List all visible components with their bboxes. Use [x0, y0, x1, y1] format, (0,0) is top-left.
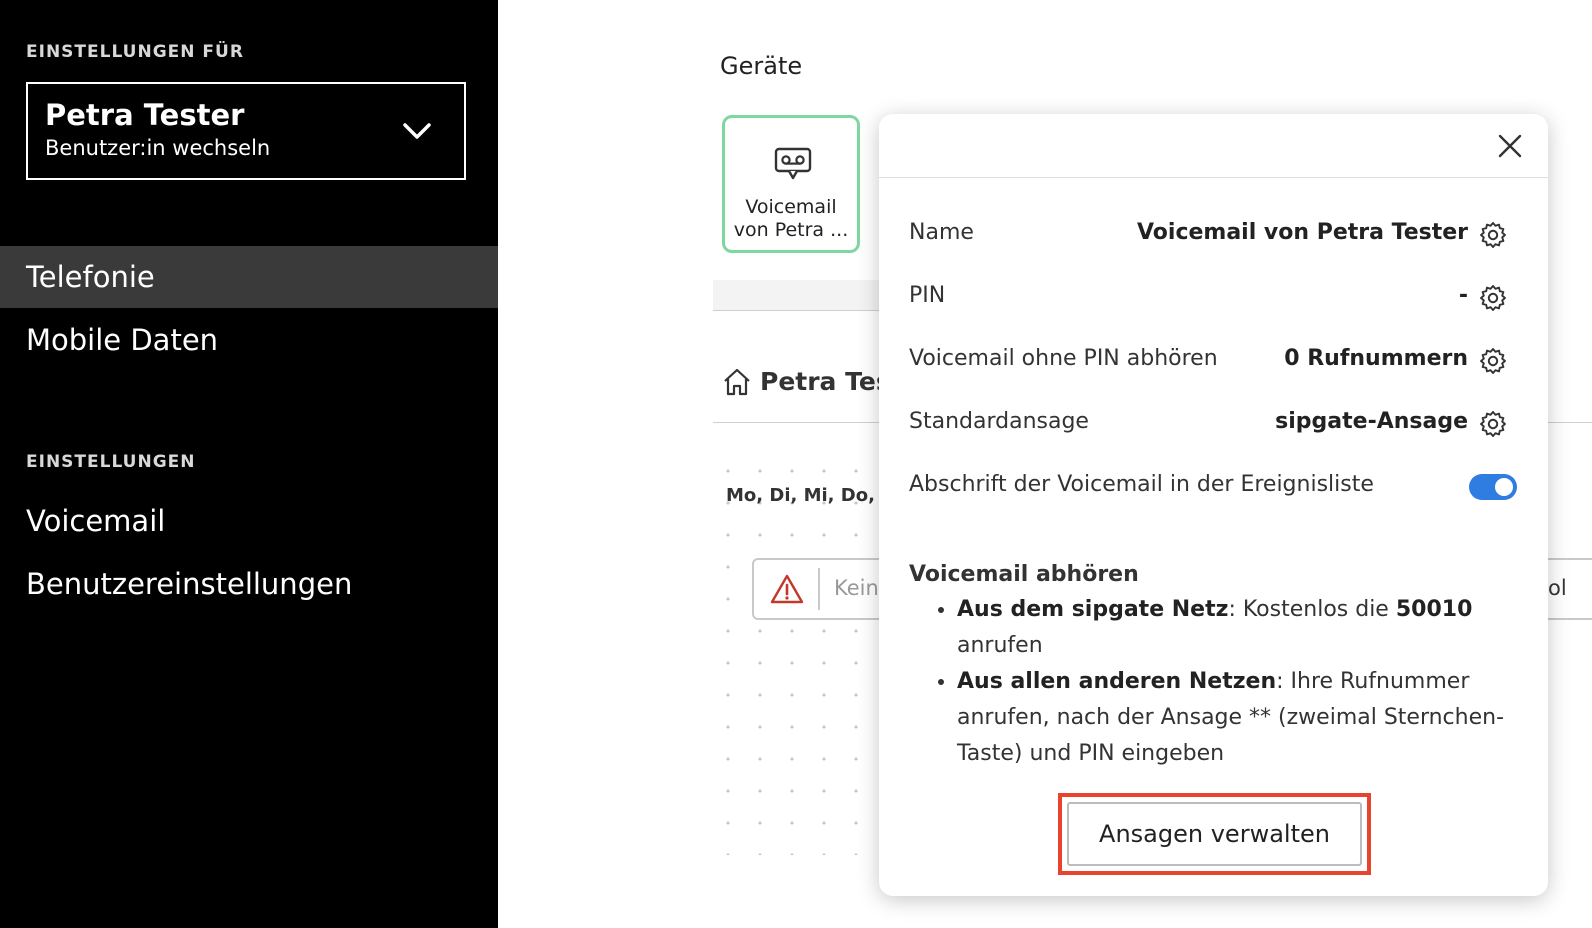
settings-label: EINSTELLUNGEN: [26, 452, 196, 472]
settings-for-label: EINSTELLUNGEN FÜR: [26, 42, 244, 62]
section-title: Geräte: [720, 52, 803, 80]
nav-item-telefonie[interactable]: Telefonie: [0, 246, 498, 308]
gear-icon[interactable]: [1478, 346, 1508, 376]
device-card-voicemail[interactable]: Voicemail von Petra ...: [722, 115, 860, 253]
name-value: Voicemail von Petra Tester: [1136, 220, 1468, 245]
listen-heading: Voicemail abhören: [909, 562, 1139, 587]
device-label: Voicemail von Petra ...: [733, 196, 849, 241]
no-pin-listen-label: Voicemail ohne PIN abhören: [909, 346, 1218, 371]
name-label: Name: [909, 220, 974, 245]
chevron-down-icon: [403, 123, 431, 139]
pin-value: -: [1458, 283, 1468, 308]
gear-icon[interactable]: [1478, 409, 1508, 439]
dot-grid: [712, 455, 882, 855]
right-fragment-text: ol: [1548, 576, 1567, 600]
nav-item-mobile-daten[interactable]: Mobile Daten: [0, 309, 498, 371]
user-name: Petra Tester: [45, 98, 245, 132]
listen-instructions: Aus dem sipgate Netz: Kostenlos die 5001…: [909, 592, 1509, 772]
warning-icon: [770, 574, 804, 604]
no-pin-listen-value: 0 Rufnummern: [1284, 346, 1468, 371]
popover-divider: [879, 177, 1548, 178]
pin-label: PIN: [909, 283, 946, 308]
divider: [1548, 422, 1592, 423]
divider: [713, 422, 883, 423]
manage-greetings-button[interactable]: Ansagen verwalten: [1067, 802, 1362, 866]
nav-item-benutzereinstellungen[interactable]: Benutzereinstellungen: [0, 553, 498, 615]
default-greeting-value: sipgate-Ansage: [1275, 409, 1468, 434]
voicemail-details-popover: Name Voicemail von Petra Tester PIN - Vo…: [879, 114, 1548, 896]
transcript-label: Abschrift der Voicemail in der Ereignisl…: [909, 472, 1374, 497]
nav-item-voicemail[interactable]: Voicemail: [0, 490, 498, 552]
home-icon: [724, 368, 750, 396]
transcript-toggle[interactable]: [1469, 474, 1517, 500]
default-greeting-label: Standardansage: [909, 409, 1089, 434]
close-icon[interactable]: [1496, 132, 1524, 160]
list-item: Aus allen anderen Netzen: Ihre Rufnummer…: [957, 664, 1509, 772]
voicemail-icon: [774, 147, 812, 180]
list-item: Aus dem sipgate Netz: Kostenlos die 5001…: [957, 592, 1509, 664]
days-label: Mo, Di, Mi, Do, Fr: [726, 485, 902, 506]
gear-icon[interactable]: [1478, 220, 1508, 250]
divider-strip: [713, 280, 883, 311]
user-switcher[interactable]: Petra Tester Benutzer:in wechseln: [26, 82, 466, 180]
gear-icon[interactable]: [1478, 283, 1508, 313]
warning-separator: [818, 568, 820, 610]
switch-user-label: Benutzer:in wechseln: [45, 136, 271, 160]
warning-box: Kein: [752, 558, 892, 620]
sidebar: EINSTELLUNGEN FÜR Petra Tester Benutzer:…: [0, 0, 498, 928]
warning-text: Kein: [834, 576, 879, 600]
